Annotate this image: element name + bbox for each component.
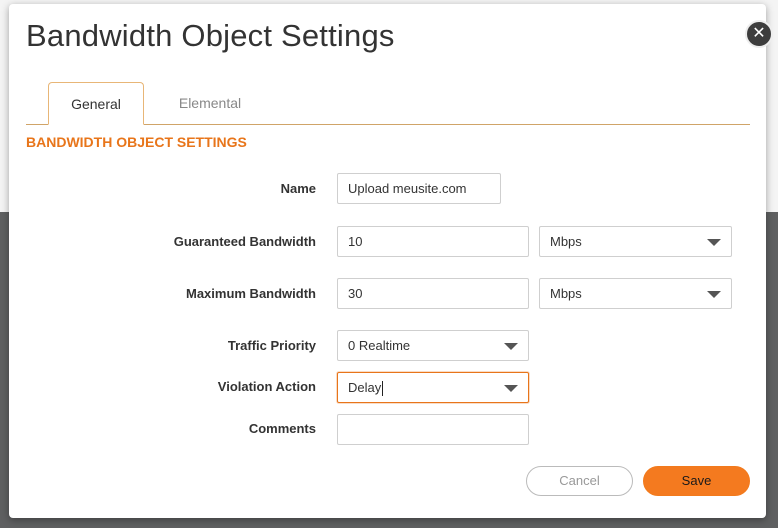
tab-bar: General Elemental	[26, 82, 750, 125]
maximum-bandwidth-unit-select[interactable]: Mbps	[539, 278, 732, 309]
comments-label: Comments	[248, 421, 316, 436]
violation-action-label: Violation Action	[217, 379, 316, 394]
chevron-down-icon	[504, 385, 518, 392]
bandwidth-object-dialog: Bandwidth Object Settings General Elemen…	[9, 4, 766, 518]
violation-action-select[interactable]: Delay	[337, 372, 529, 403]
violation-action-value: Delay	[348, 380, 382, 395]
maximum-bandwidth-label: Maximum Bandwidth	[185, 286, 316, 301]
maximum-bandwidth-input[interactable]: 30	[337, 278, 529, 309]
chevron-down-icon	[707, 239, 721, 246]
traffic-priority-label: Traffic Priority	[227, 338, 316, 353]
guaranteed-bandwidth-unit-value: Mbps	[550, 234, 582, 249]
guaranteed-bandwidth-input[interactable]: 10	[337, 226, 529, 257]
tab-general[interactable]: General	[48, 82, 144, 125]
guaranteed-bandwidth-label: Guaranteed Bandwidth	[173, 234, 316, 249]
section-title: BANDWIDTH OBJECT SETTINGS	[26, 134, 247, 150]
cancel-button[interactable]: Cancel	[526, 466, 633, 496]
chevron-down-icon	[504, 343, 518, 350]
guaranteed-bandwidth-unit-select[interactable]: Mbps	[539, 226, 732, 257]
dialog-title: Bandwidth Object Settings	[26, 18, 395, 53]
traffic-priority-value: 0 Realtime	[348, 338, 411, 353]
save-button[interactable]: Save	[643, 466, 750, 496]
name-input[interactable]: Upload meusite.com	[337, 173, 501, 204]
chevron-down-icon	[707, 291, 721, 298]
name-label: Name	[280, 181, 316, 196]
traffic-priority-select[interactable]: 0 Realtime	[337, 330, 529, 361]
maximum-bandwidth-unit-value: Mbps	[550, 286, 582, 301]
text-cursor	[382, 381, 384, 397]
close-icon[interactable]: ✕	[745, 20, 773, 48]
comments-input[interactable]	[337, 414, 529, 445]
tab-elemental[interactable]: Elemental	[166, 82, 254, 124]
